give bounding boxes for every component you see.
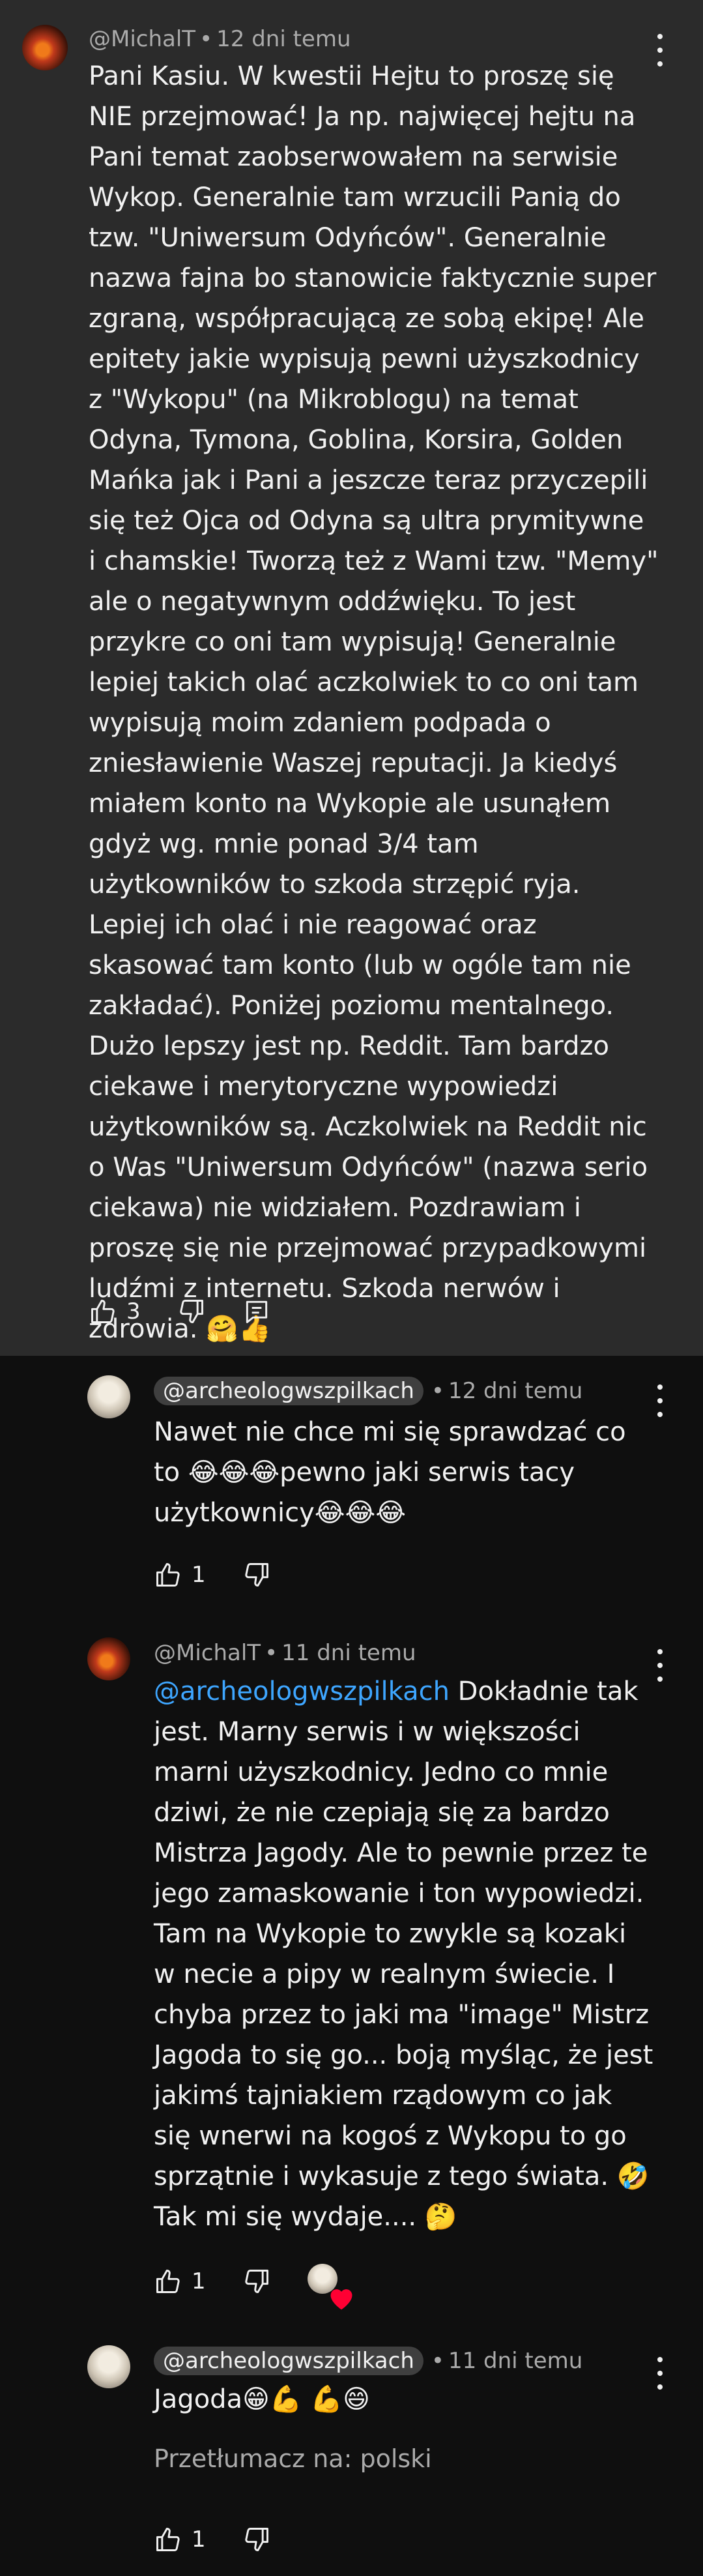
- thumbs-up-icon: [156, 2528, 180, 2551]
- dislike-button[interactable]: [242, 2525, 271, 2554]
- more-vert-icon[interactable]: [650, 1384, 670, 1417]
- like-button[interactable]: 1: [154, 1560, 206, 1589]
- like-count: 1: [192, 1562, 206, 1588]
- like-button[interactable]: 1: [154, 2267, 206, 2296]
- reply-button[interactable]: [242, 1297, 271, 1326]
- separator: •: [431, 1378, 444, 1404]
- reply-comment: @archeologwszpilkach • 11 dni temu Jagoda😁…: [0, 2334, 703, 2576]
- translate-link[interactable]: Przetłumacz na: polski: [154, 2444, 432, 2473]
- separator: •: [431, 2348, 444, 2374]
- like-button[interactable]: 3: [89, 1297, 141, 1326]
- comment-body: Dokładnie tak jest. Marny serwis i w wię…: [154, 1676, 653, 2232]
- like-count: 1: [192, 2268, 206, 2294]
- thumbs-down-icon: [244, 2270, 268, 2293]
- thumbs-up-icon: [156, 2270, 180, 2293]
- thumbs-down-icon: [244, 2528, 268, 2551]
- dislike-button[interactable]: [177, 1297, 206, 1326]
- thumbs-up-icon: [156, 1563, 180, 1587]
- like-count: 3: [126, 1298, 141, 1325]
- dislike-button[interactable]: [242, 1560, 271, 1589]
- separator: •: [199, 26, 213, 52]
- author-name[interactable]: @MichalT: [154, 1640, 261, 1666]
- comment-actions: 1: [154, 1555, 308, 1594]
- comment-text: @archeologwszpilkach Dokładnie tak jest.…: [154, 1671, 655, 2237]
- comment-header: @archeologwszpilkach • 11 dni temu: [154, 2347, 582, 2375]
- avatar[interactable]: [87, 1637, 130, 1680]
- avatar[interactable]: [87, 1375, 130, 1418]
- dislike-button[interactable]: [242, 2267, 271, 2296]
- separator: •: [265, 1640, 278, 1666]
- author-chip[interactable]: @archeologwszpilkach: [154, 1377, 423, 1405]
- reply-comment: @MichalT • 11 dni temu @archeologwszpilkac…: [0, 1630, 703, 2334]
- author-name[interactable]: @MichalT: [89, 26, 195, 52]
- thumbs-up-icon: [91, 1300, 115, 1323]
- avatar[interactable]: [87, 2345, 130, 2388]
- timestamp[interactable]: 11 dni temu: [448, 2348, 582, 2374]
- parent-comment-block: @MichalT • 12 dni temu Pani Kasiu. W kwest…: [0, 0, 703, 1356]
- thumbs-down-icon: [179, 1300, 203, 1323]
- comment-header: @MichalT • 12 dni temu: [89, 26, 351, 52]
- comment-actions: 1: [154, 2520, 308, 2559]
- mention-link[interactable]: @archeologwszpilkach: [154, 1676, 450, 1706]
- creator-heart: [307, 2264, 352, 2310]
- comment-header: @MichalT • 11 dni temu: [154, 1640, 416, 1666]
- comment-text: Jagoda😁💪 💪😄: [154, 2384, 370, 2414]
- comment-actions: 3: [89, 1292, 308, 1331]
- timestamp[interactable]: 12 dni temu: [448, 1378, 582, 1404]
- like-count: 1: [192, 2526, 206, 2553]
- comment-header: @archeologwszpilkach • 12 dni temu: [154, 1377, 582, 1405]
- reply-icon: [246, 1300, 267, 1323]
- like-button[interactable]: 1: [154, 2525, 206, 2554]
- timestamp[interactable]: 11 dni temu: [281, 1640, 416, 1666]
- comment-text: Nawet nie chce mi się sprawdzać co to 😂😂…: [154, 1417, 626, 1528]
- comment-text: Pani Kasiu. W kwestii Hejtu to proszę si…: [89, 61, 659, 1344]
- timestamp[interactable]: 12 dni temu: [216, 26, 351, 52]
- avatar[interactable]: [22, 25, 68, 70]
- author-chip[interactable]: @archeologwszpilkach: [154, 2347, 423, 2375]
- comment-actions: 1: [154, 2262, 379, 2310]
- reply-comment: @archeologwszpilkach • 12 dni temu Nawet n…: [0, 1356, 703, 1630]
- creator-heart-icon: [330, 2289, 352, 2310]
- more-vert-icon[interactable]: [650, 2357, 670, 2390]
- thumbs-down-icon: [244, 1563, 268, 1587]
